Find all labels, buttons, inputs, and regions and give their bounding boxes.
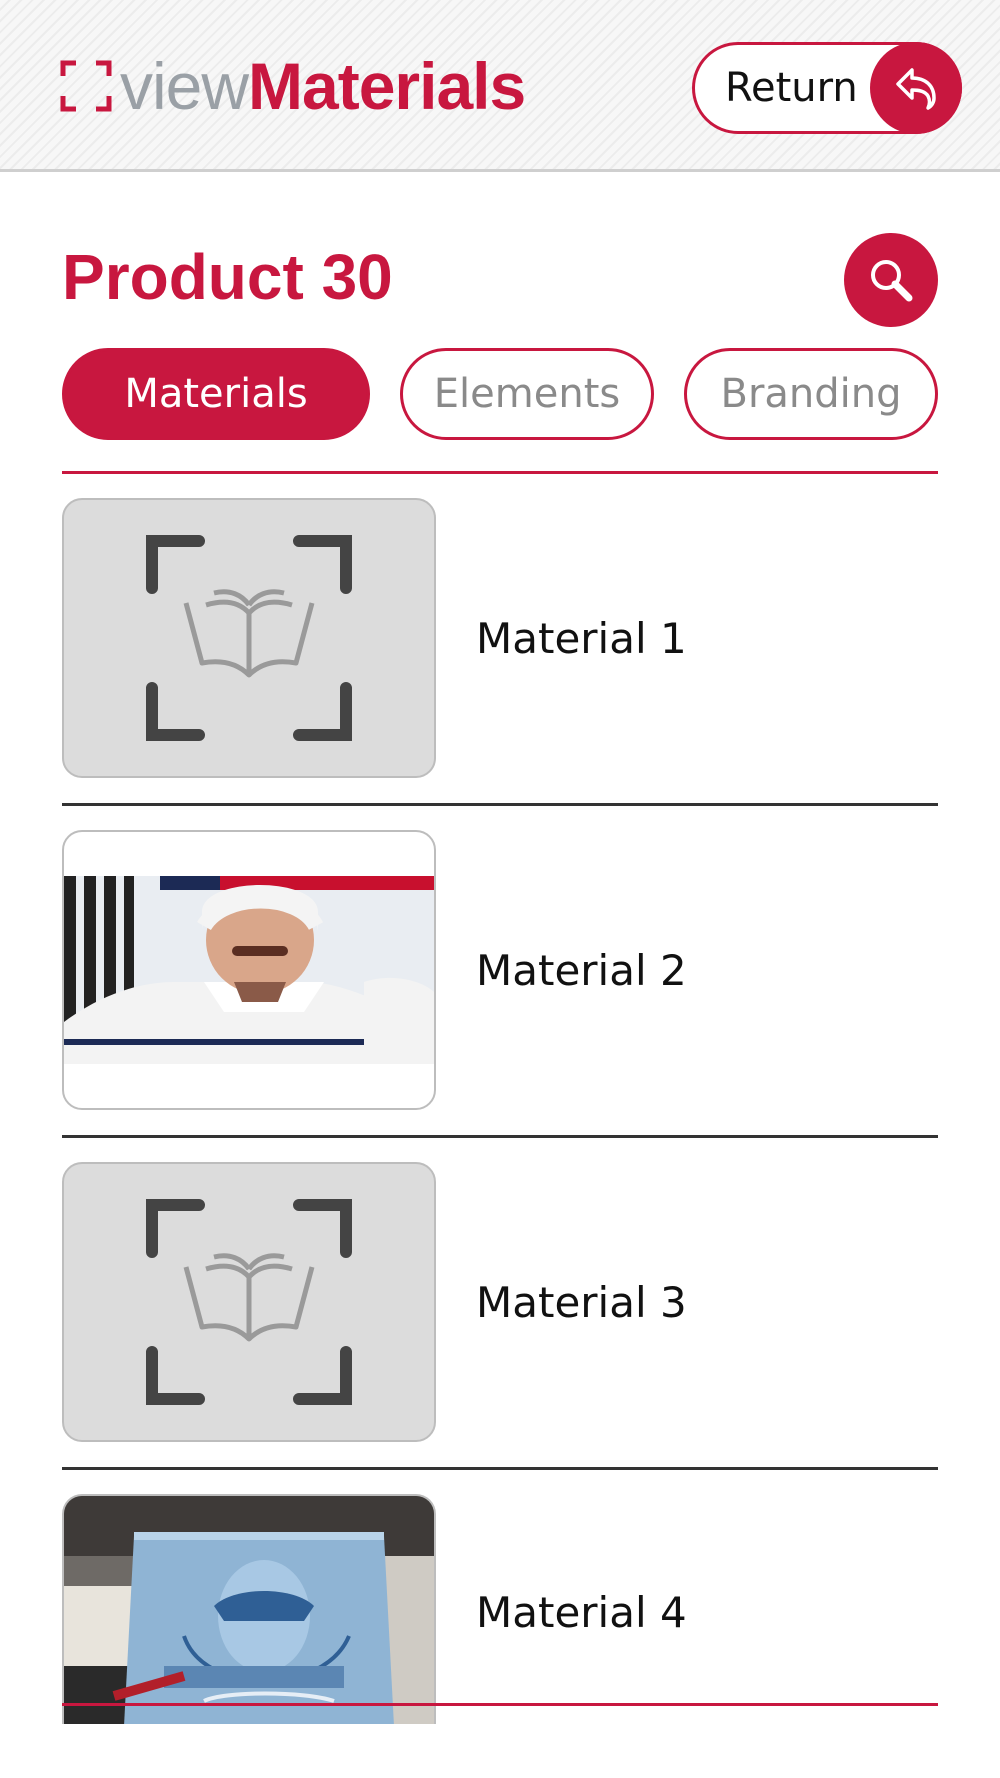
page-title: Product 30 bbox=[62, 241, 393, 313]
search-icon bbox=[871, 260, 913, 302]
material-label: Material 1 bbox=[476, 614, 687, 663]
viewfinder-logo-icon bbox=[60, 60, 112, 112]
material-thumbnail-photo bbox=[62, 830, 436, 1110]
book-placeholder-icon bbox=[146, 1199, 352, 1405]
logo-text-materials: Materials bbox=[248, 49, 526, 123]
app-header: view Materials Return bbox=[0, 0, 1000, 172]
tab-branding[interactable]: Branding bbox=[684, 348, 938, 440]
material-label: Material 4 bbox=[476, 1588, 687, 1637]
app-screen: view Materials Return Product 30 Material… bbox=[0, 0, 1000, 1778]
tab-materials[interactable]: Materials bbox=[62, 348, 370, 440]
list-item-material-2[interactable]: Material 2 bbox=[62, 806, 938, 1138]
list-separator bbox=[62, 1703, 938, 1706]
material-thumbnail-placeholder bbox=[62, 1162, 436, 1442]
logo-text-view: view bbox=[120, 49, 249, 123]
material-label: Material 3 bbox=[476, 1278, 687, 1327]
list-item-material-1[interactable]: Material 1 bbox=[62, 474, 938, 806]
return-button[interactable]: Return bbox=[692, 42, 962, 134]
return-arrow-icon bbox=[870, 42, 962, 134]
hockey-player-photo bbox=[64, 876, 434, 1064]
list-item-material-4[interactable]: Material 4 bbox=[62, 1470, 938, 1724]
book-placeholder-icon bbox=[146, 535, 352, 741]
material-label: Material 2 bbox=[476, 946, 687, 995]
material-thumbnail-placeholder bbox=[62, 498, 436, 778]
app-logo: view Materials bbox=[60, 46, 526, 126]
glass-jar-photo bbox=[64, 1496, 434, 1724]
list-item-material-3[interactable]: Material 3 bbox=[62, 1138, 938, 1470]
tab-elements[interactable]: Elements bbox=[400, 348, 654, 440]
search-button[interactable] bbox=[844, 233, 938, 327]
material-thumbnail-photo bbox=[62, 1494, 436, 1724]
return-button-label: Return bbox=[725, 65, 858, 111]
